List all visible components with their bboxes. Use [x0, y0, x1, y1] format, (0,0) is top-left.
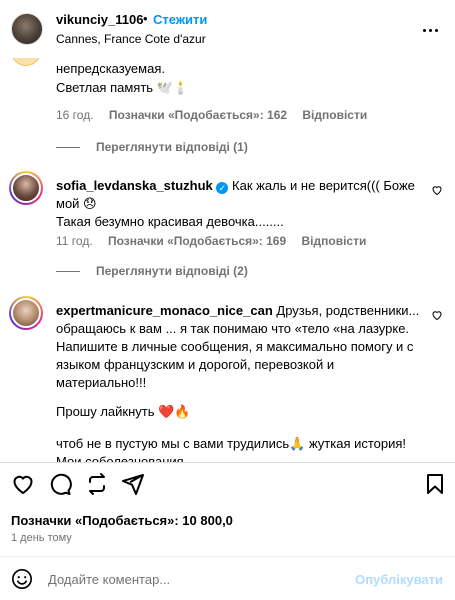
- post-likes-count[interactable]: Позначки «Подобається»: 10 800,0: [11, 513, 233, 528]
- comment-text-line: sofia_levdanska_stuzhuk ✓ Как жаль и не …: [56, 177, 424, 195]
- comment-input[interactable]: [48, 568, 348, 590]
- publish-button[interactable]: Опублікувати: [355, 572, 443, 587]
- like-comment-heart-icon[interactable]: [431, 309, 443, 321]
- reply-button[interactable]: Відповісти: [302, 108, 367, 122]
- comment-text-line: материально!!!: [56, 375, 147, 390]
- comment-text-line: непредсказуемая.: [56, 61, 165, 76]
- replies-line: [56, 271, 80, 273]
- comment-meta: 11 год. Позначки «Подобається»: 169 Відп…: [56, 234, 378, 248]
- post-location[interactable]: Cannes, France Cote d'azur: [56, 32, 206, 46]
- share-send-icon[interactable]: [121, 472, 145, 496]
- comment-input-bar: Опублікувати: [0, 566, 455, 594]
- separator-dot: •: [143, 11, 148, 26]
- replies-line: [56, 147, 80, 149]
- comment-bubble-icon[interactable]: [48, 472, 72, 496]
- repost-icon[interactable]: [85, 472, 109, 496]
- more-options-icon[interactable]: [423, 20, 441, 32]
- comment-text: Друзья, родственники...: [276, 303, 420, 318]
- comment-text: Как жаль и не верится((( Боже: [232, 178, 415, 193]
- commenter-avatar[interactable]: [9, 296, 43, 330]
- commenter-username[interactable]: sofia_levdanska_stuzhuk: [56, 178, 213, 193]
- post-header: vikunciy_1106 • Стежити Cannes, France C…: [0, 0, 455, 58]
- verified-badge-icon: ✓: [216, 182, 229, 194]
- author-username[interactable]: vikunciy_1106: [56, 12, 143, 27]
- author-avatar[interactable]: [11, 13, 43, 45]
- comment-meta: 16 год. Позначки «Подобається»: 162 Відп…: [56, 108, 379, 122]
- comment-text-line: Напишите в личные сообщения, я максималь…: [56, 339, 414, 354]
- comment-likes[interactable]: Позначки «Подобається»: 169: [108, 234, 286, 248]
- post-action-bar: [0, 472, 455, 498]
- comment-text-line: expertmanicure_monaco_nice_can Друзья, р…: [56, 302, 424, 320]
- view-replies-label: Переглянути відповіді (2): [96, 264, 248, 278]
- comment-text-line: Мои соболезнования: [56, 454, 184, 462]
- like-comment-heart-icon[interactable]: [431, 184, 443, 196]
- commenter-avatar[interactable]: [9, 171, 43, 205]
- view-replies-button[interactable]: Переглянути відповіді (1): [56, 140, 248, 154]
- like-heart-icon[interactable]: [11, 472, 35, 496]
- section-divider: [0, 556, 455, 557]
- emoji-icon[interactable]: [11, 568, 33, 590]
- comments-list[interactable]: непредсказуемая. Светлая память 🕊️🕯️ 16 …: [0, 58, 455, 462]
- view-replies-label: Переглянути відповіді (1): [96, 140, 248, 154]
- comment-text-line: Прошу лайкнуть ❤️🔥: [56, 404, 191, 419]
- comment-likes[interactable]: Позначки «Подобається»: 162: [109, 108, 287, 122]
- follow-button[interactable]: Стежити: [153, 12, 207, 27]
- commenter-username[interactable]: expertmanicure_monaco_nice_can: [56, 303, 273, 318]
- view-replies-button[interactable]: Переглянути відповіді (2): [56, 264, 248, 278]
- comment-text-line: Светлая память 🕊️🕯️: [56, 80, 190, 95]
- commenter-avatar[interactable]: [11, 58, 41, 66]
- comment-time: 16 год.: [56, 108, 94, 122]
- comment-text-line: Такая безумно красивая девочка........: [56, 214, 284, 229]
- post-time[interactable]: 1 день тому: [11, 532, 72, 544]
- reply-button[interactable]: Відповісти: [302, 234, 367, 248]
- comment-text-line: обращаюсь к вам ... я так понимаю что «т…: [56, 321, 410, 336]
- comment-text-line: языком французским и дорогой, перевозкой…: [56, 357, 335, 372]
- comment-time: 11 год.: [56, 234, 93, 248]
- comment-text-line: мой 😞: [56, 196, 97, 211]
- save-bookmark-icon[interactable]: [423, 472, 447, 496]
- section-divider: [0, 462, 455, 463]
- comment-text-line: чтоб не в пустую мы с вами трудились🙏 жу…: [56, 436, 407, 451]
